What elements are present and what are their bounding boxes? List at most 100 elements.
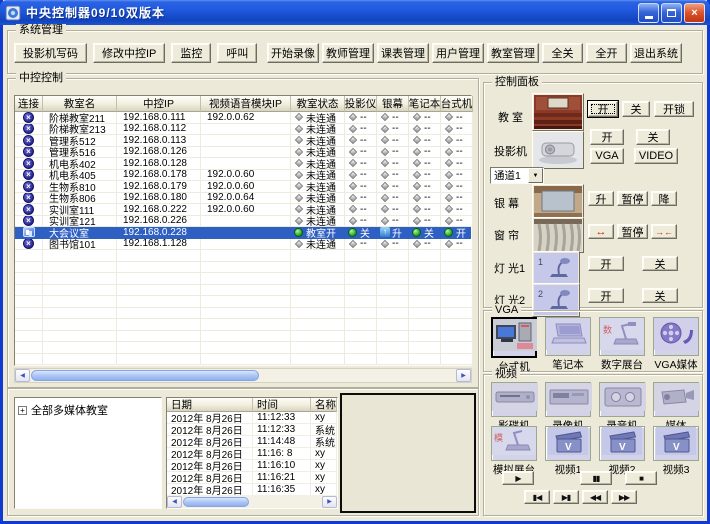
light2-off-button[interactable]: 关 (642, 288, 678, 303)
vga-item-laptop[interactable]: 笔记本 (542, 317, 594, 372)
curtain-close-button[interactable]: →← (651, 224, 677, 239)
log-scroll-right-icon[interactable]: ▶ (322, 496, 337, 508)
classroom-off-button[interactable]: 关 (622, 101, 650, 117)
log-row[interactable]: 2012年 8月26日11:16:10xy (167, 460, 337, 472)
maximize-button[interactable] (661, 3, 682, 23)
column-header[interactable]: 笔记本 (409, 96, 441, 112)
classroom-image-button[interactable] (532, 93, 584, 131)
play-button[interactable]: ▶ (502, 471, 534, 485)
system-button[interactable]: 用户管理 (432, 43, 484, 63)
curtain-pause-button[interactable]: 暂停 (617, 224, 648, 239)
column-header[interactable]: 台式机 (441, 96, 473, 112)
log-horizontal-scrollbar[interactable]: ◀ ▶ (167, 495, 337, 508)
empty-cell (15, 342, 43, 354)
classroom-row[interactable]: ×阶梯教室211192.168.0.111192.0.0.62未连通------… (15, 112, 471, 124)
status-diamond-icon (349, 171, 357, 179)
log-column-header[interactable]: 时间 (253, 398, 311, 412)
classroom-row[interactable]: ×图书馆101192.168.1.128未连通-------- (15, 239, 471, 251)
system-button[interactable]: 退出系统 (630, 43, 682, 63)
column-header[interactable]: 投影仪 (345, 96, 377, 112)
status-diamond-icon (445, 159, 453, 167)
column-header[interactable]: 连接 (15, 96, 43, 112)
close-button[interactable]: × (684, 3, 705, 23)
table-horizontal-scrollbar[interactable]: ◀ ▶ (14, 368, 472, 383)
tree-root-item[interactable]: + 全部多媒体教室 (15, 398, 161, 422)
log-row[interactable]: 2012年 8月26日11:14:48系统 (167, 436, 337, 448)
classroom-row[interactable]: ×管理系516192.168.0.126未连通-------- (15, 147, 471, 159)
light1-off-button[interactable]: 关 (642, 256, 678, 271)
column-header[interactable]: 教室状态 (291, 96, 345, 112)
system-button[interactable]: 投影机写码 (14, 43, 87, 63)
curtain-open-button[interactable]: ↔ (588, 224, 614, 239)
stop-button[interactable]: ■ (625, 471, 657, 485)
log-row[interactable]: 2012年 8月26日11:16: 8xy (167, 448, 337, 460)
classroom-row[interactable]: 大会议室192.168.0.228教室开关↑升关开 (15, 227, 471, 239)
screen-image-button[interactable] (532, 184, 584, 220)
classroom-row[interactable]: ×机电系405192.168.0.178192.0.0.60未连通-------… (15, 170, 471, 182)
classroom-unlock-button[interactable]: 开锁 (654, 101, 694, 117)
log-scrollbar-thumb[interactable] (183, 497, 249, 507)
system-button[interactable]: 监控 (171, 43, 211, 63)
column-header[interactable]: 中控IP (117, 96, 201, 112)
log-row[interactable]: 2012年 8月26日11:16:21xy (167, 472, 337, 484)
tree-expand-icon[interactable]: + (18, 406, 27, 415)
skip-end-button[interactable]: ▶▮ (553, 490, 579, 504)
video-item-analog-presenter[interactable]: 模 模拟展台 (488, 426, 540, 477)
classroom-row[interactable]: ×生物系806192.168.0.180192.0.0.64未连通-------… (15, 193, 471, 205)
channel-select[interactable]: 通道1 ▼ (490, 167, 544, 184)
log-row[interactable]: 2012年 8月26日11:12:33xy (167, 412, 337, 424)
projector-video-button[interactable]: VIDEO (634, 148, 678, 164)
module-ip-cell (201, 124, 291, 136)
column-header[interactable]: 银幕 (377, 96, 409, 112)
classroom-row[interactable]: ×实训室121192.168.0.226未连通-------- (15, 216, 471, 228)
system-button[interactable]: 呼叫 (217, 43, 257, 63)
vga-item-desktop[interactable]: 台式机 (488, 317, 540, 374)
light2-on-button[interactable]: 开 (588, 288, 624, 303)
minimize-button[interactable] (638, 3, 659, 23)
video-item-video3[interactable]: V 视频3 (650, 426, 702, 477)
log-column-header[interactable]: 日期 (167, 398, 253, 412)
screen-down-button[interactable]: 降 (651, 191, 677, 206)
light1-image-button[interactable]: 1 (532, 251, 580, 285)
log-scroll-left-icon[interactable]: ◀ (167, 496, 182, 508)
vga-item-media[interactable]: VGA媒体 (650, 317, 702, 372)
screen-up-button[interactable]: 升 (588, 191, 614, 206)
chevron-down-icon[interactable]: ▼ (528, 168, 543, 183)
projector-image-button[interactable] (532, 131, 584, 169)
system-button[interactable]: 教室管理 (487, 43, 539, 63)
log-row[interactable]: 2012年 8月26日11:12:33系统 (167, 424, 337, 436)
vga-item-doc-camera[interactable]: 数 数字展台 (596, 317, 648, 372)
column-header[interactable]: 教室名 (43, 96, 117, 112)
system-button[interactable]: 课表管理 (377, 43, 429, 63)
classroom-row[interactable]: ×实训室111192.168.0.222192.0.0.60未连通-------… (15, 204, 471, 216)
screen-pause-button[interactable]: 暂停 (617, 191, 648, 206)
video-item-video2[interactable]: V 视频2 (596, 426, 648, 477)
video-group: 视频 影碟机 录像机 (483, 374, 703, 516)
classroom-status-cell: 未连通 (291, 112, 345, 124)
scroll-right-arrow-icon[interactable]: ▶ (456, 369, 471, 382)
system-button[interactable]: 修改中控IP (93, 43, 165, 63)
projector-off-button[interactable]: 关 (636, 129, 670, 145)
log-column-header[interactable]: 名称 (311, 398, 337, 412)
system-button[interactable]: 开始录像 (267, 43, 319, 63)
scrollbar-thumb[interactable] (31, 370, 259, 381)
projector-on-button[interactable]: 开 (590, 129, 624, 145)
classroom-on-button[interactable]: 开 (588, 101, 618, 117)
rewind-button[interactable]: ◀◀ (582, 490, 608, 504)
classroom-row[interactable]: ×机电系402192.168.0.128未连通-------- (15, 158, 471, 170)
classroom-row[interactable]: ×阶梯教室213192.168.0.112未连通-------- (15, 124, 471, 136)
system-button[interactable]: 全关 (542, 43, 583, 63)
system-button[interactable]: 教师管理 (322, 43, 374, 63)
curtain-image-button[interactable] (532, 217, 584, 253)
scroll-left-arrow-icon[interactable]: ◀ (15, 369, 30, 382)
system-button[interactable]: 全开 (586, 43, 627, 63)
light1-on-button[interactable]: 开 (588, 256, 624, 271)
fast-forward-button[interactable]: ▶▶ (611, 490, 637, 504)
projector-vga-button[interactable]: VGA (590, 148, 624, 164)
column-header[interactable]: 视频语音模块IP (201, 96, 291, 112)
classroom-row[interactable]: ×生物系810192.168.0.179192.0.0.60未连通-------… (15, 181, 471, 193)
video-item-video1[interactable]: V 视频1 (542, 426, 594, 477)
pause-button[interactable]: ▮▮ (580, 471, 612, 485)
skip-start-button[interactable]: ▮◀ (524, 490, 550, 504)
classroom-row[interactable]: ×管理系512192.168.0.113未连通-------- (15, 135, 471, 147)
